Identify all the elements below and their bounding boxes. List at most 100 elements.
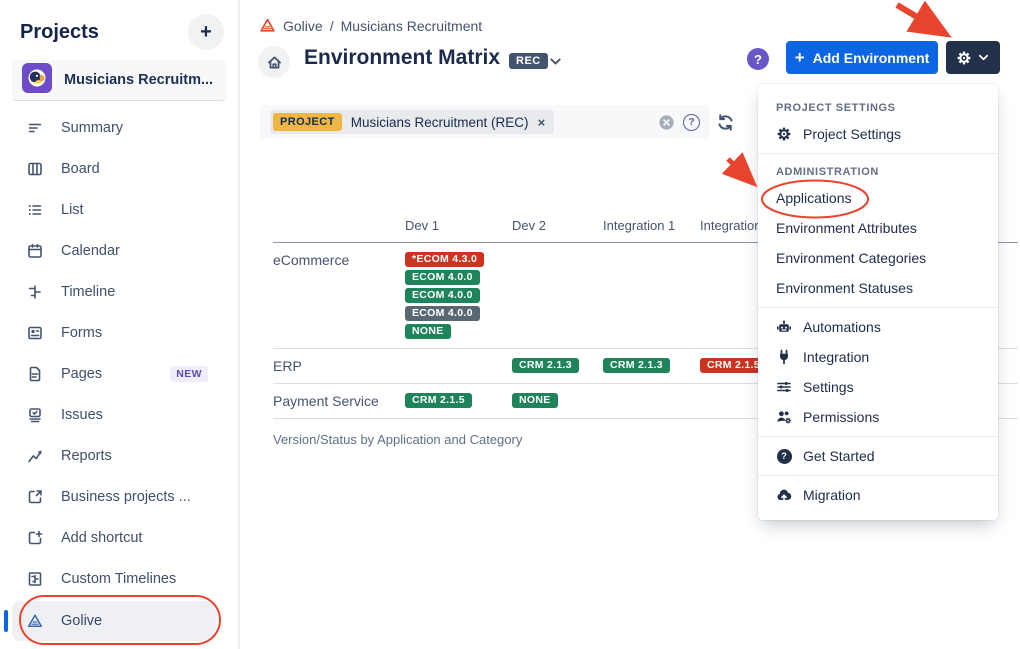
version-status-badge[interactable]: NONE <box>512 393 558 408</box>
menu-item-label: Automations <box>803 319 881 335</box>
sidebar-item-summary[interactable]: Summary <box>0 107 238 148</box>
menu-item-label: Migration <box>803 487 861 503</box>
menu-item-label: Settings <box>803 379 854 395</box>
matrix-cell <box>603 393 700 409</box>
app-root: Projects + Musicians Recruitm... Summary… <box>0 0 1020 649</box>
home-button[interactable] <box>258 46 290 78</box>
calendar-icon <box>27 242 44 259</box>
menu-item-label: Get Started <box>803 448 875 464</box>
version-status-badge[interactable]: ECOM 4.0.0 <box>405 288 480 303</box>
sidebar-item-calendar[interactable]: Calendar <box>0 230 238 271</box>
sidebar-item-list[interactable]: List <box>0 189 238 230</box>
menu-item-permissions[interactable]: Permissions <box>758 402 998 432</box>
menu-section-header: ADMINISTRATION <box>758 158 998 183</box>
clear-filters-icon[interactable] <box>658 114 675 131</box>
menu-item-label: Environment Statuses <box>776 280 913 296</box>
menu-item-label: Permissions <box>803 409 879 425</box>
project-key-badge: REC <box>509 53 548 69</box>
menu-group: ?Get Started <box>758 436 998 475</box>
add-environment-button[interactable]: + Add Environment <box>786 41 938 74</box>
sidebar-header: Projects + <box>0 0 238 58</box>
sidebar-item-timeline[interactable]: Timeline <box>0 271 238 312</box>
matrix-category-label: ERP <box>273 358 405 374</box>
menu-item-label: Applications <box>776 190 852 206</box>
sidebar-nav: SummaryBoardListCalendarTimelineFormsPag… <box>0 101 238 641</box>
project-filter-chip[interactable]: PROJECT Musicians Recruitment (REC) × <box>270 110 554 134</box>
project-card[interactable]: Musicians Recruitm... <box>12 60 226 101</box>
sidebar-item-label: Summary <box>61 120 123 136</box>
matrix-cell <box>603 252 700 339</box>
help-button[interactable]: ? <box>747 48 769 70</box>
menu-item-label: Integration <box>803 349 869 365</box>
add-shortcut-icon <box>27 529 44 546</box>
menu-item-label: Environment Categories <box>776 250 926 266</box>
filter-right-controls: ? <box>658 114 700 131</box>
project-name: Musicians Recruitm... <box>64 72 213 88</box>
sidebar-item-issues[interactable]: Issues <box>0 394 238 435</box>
plug-icon <box>776 349 792 365</box>
cloud-upload-icon <box>776 487 792 503</box>
version-status-badge[interactable]: NONE <box>405 324 451 339</box>
add-project-button[interactable]: + <box>188 14 224 50</box>
sidebar-item-label: Add shortcut <box>61 530 142 546</box>
version-status-badge[interactable]: CRM 2.1.3 <box>512 358 579 373</box>
sidebar-item-label: Board <box>61 161 100 177</box>
menu-item-environment-attributes[interactable]: Environment Attributes <box>758 213 998 243</box>
sidebar-item-forms[interactable]: Forms <box>0 312 238 353</box>
menu-item-get-started[interactable]: ?Get Started <box>758 441 998 471</box>
version-status-badge[interactable]: CRM 2.1.3 <box>603 358 670 373</box>
matrix-category-label: Payment Service <box>273 393 405 409</box>
version-status-badge[interactable]: CRM 2.1.5 <box>700 358 767 373</box>
sidebar-item-add-shortcut[interactable]: Add shortcut <box>0 517 238 558</box>
matrix-cell: *ECOM 4.3.0 ECOM 4.0.0 ECOM 4.0.0 ECOM 4.0.… <box>405 252 512 339</box>
version-status-badge[interactable]: ECOM 4.0.0 <box>405 270 480 285</box>
add-environment-label: Add Environment <box>813 50 930 66</box>
menu-item-project-settings[interactable]: Project Settings <box>758 119 998 149</box>
version-status-badge[interactable]: CRM 2.1.5 <box>405 393 472 408</box>
breadcrumb-app[interactable]: Golive <box>283 18 323 34</box>
home-icon <box>266 54 283 71</box>
sidebar-item-reports[interactable]: Reports <box>0 435 238 476</box>
timeline-icon <box>27 283 44 300</box>
menu-item-environment-statuses[interactable]: Environment Statuses <box>758 273 998 303</box>
remove-filter-icon[interactable]: × <box>538 115 546 130</box>
refresh-icon[interactable] <box>715 113 735 133</box>
menu-item-integration[interactable]: Integration <box>758 342 998 372</box>
matrix-cell: CRM 2.1.5 <box>405 393 512 409</box>
sidebar-item-label: Reports <box>61 448 112 464</box>
menu-item-label: Project Settings <box>803 126 901 142</box>
forms-icon <box>27 324 44 341</box>
sidebar-item-board[interactable]: Board <box>0 148 238 189</box>
version-status-badge[interactable]: ECOM 4.0.0 <box>405 306 480 321</box>
matrix-cell <box>512 252 603 339</box>
sidebar-item-pages[interactable]: Pages NEW <box>0 353 238 394</box>
menu-item-applications[interactable]: Applications <box>758 183 998 213</box>
filter-bar: PROJECT Musicians Recruitment (REC) × ? <box>260 105 710 139</box>
robot-icon <box>776 319 792 335</box>
matrix-cell <box>405 358 512 374</box>
settings-dropdown-button[interactable] <box>946 41 1000 74</box>
menu-item-environment-categories[interactable]: Environment Categories <box>758 243 998 273</box>
menu-group: ADMINISTRATION Applications Environment At… <box>758 153 998 307</box>
sidebar-item-golive[interactable]: Golive <box>12 601 216 641</box>
chevron-down-icon <box>977 51 990 64</box>
menu-item-settings[interactable]: Settings <box>758 372 998 402</box>
gear-icon <box>956 50 972 66</box>
sliders-icon <box>776 379 792 395</box>
matrix-corner-cell <box>273 218 405 233</box>
sidebar-item-label: Calendar <box>61 243 120 259</box>
sidebar-item-label: Pages <box>61 366 102 382</box>
menu-group: Migration <box>758 475 998 514</box>
plus-icon: + <box>795 49 805 66</box>
menu-item-migration[interactable]: Migration <box>758 480 998 510</box>
title-chevron-down-icon[interactable] <box>548 54 563 74</box>
breadcrumb-project[interactable]: Musicians Recruitment <box>341 18 483 34</box>
sidebar-item-custom-timelines[interactable]: Custom Timelines <box>0 558 238 599</box>
menu-item-automations[interactable]: Automations <box>758 312 998 342</box>
new-badge: NEW <box>170 366 208 382</box>
version-status-badge[interactable]: *ECOM 4.3.0 <box>405 252 484 267</box>
breadcrumb: Golive / Musicians Recruitment <box>259 17 482 34</box>
sidebar-item-business-projects[interactable]: Business projects ... <box>0 476 238 517</box>
filter-help-icon[interactable]: ? <box>683 114 700 131</box>
project-avatar <box>22 63 52 98</box>
